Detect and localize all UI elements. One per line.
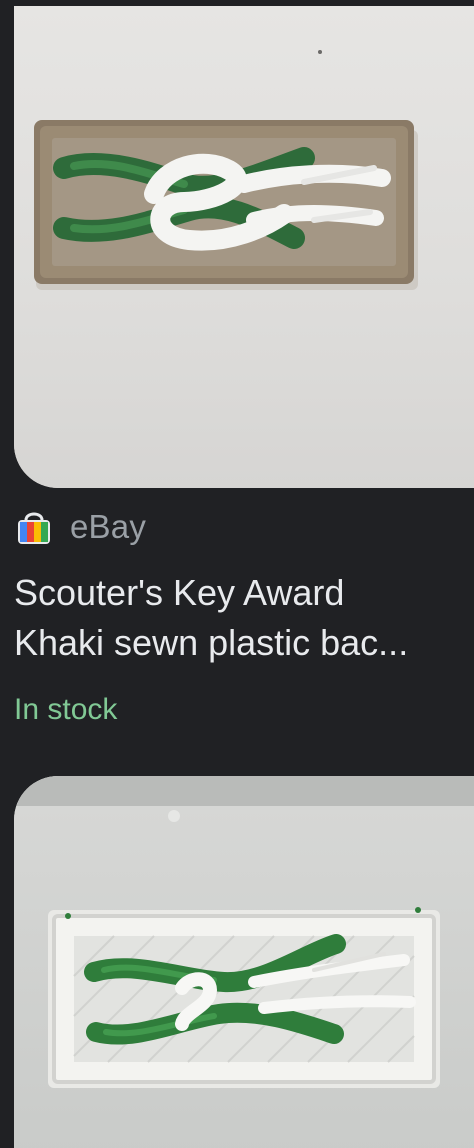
shopping-bag-icon <box>14 508 54 546</box>
shopping-results-feed: eBay Scouter's Key Award Khaki sewn plas… <box>0 0 474 1148</box>
result-card[interactable]: eBay Scouter's Key Award Khaki sewn plas… <box>0 0 474 760</box>
availability-label: In stock <box>14 693 118 726</box>
product-title-line-1: Scouter's Key Award <box>14 572 345 613</box>
merchant-name: eBay <box>70 508 147 545</box>
product-title-line-2: Khaki sewn plastic bac... <box>14 622 409 663</box>
product-image[interactable] <box>14 6 474 488</box>
product-image[interactable] <box>14 776 474 1148</box>
merchant-row[interactable]: eBay <box>14 508 146 546</box>
knot-patch-khaki-icon <box>14 6 474 488</box>
product-title[interactable]: Scouter's Key Award Khaki sewn plastic b… <box>14 568 474 668</box>
result-card[interactable] <box>0 776 474 1148</box>
knot-patch-white-icon <box>14 776 474 1148</box>
